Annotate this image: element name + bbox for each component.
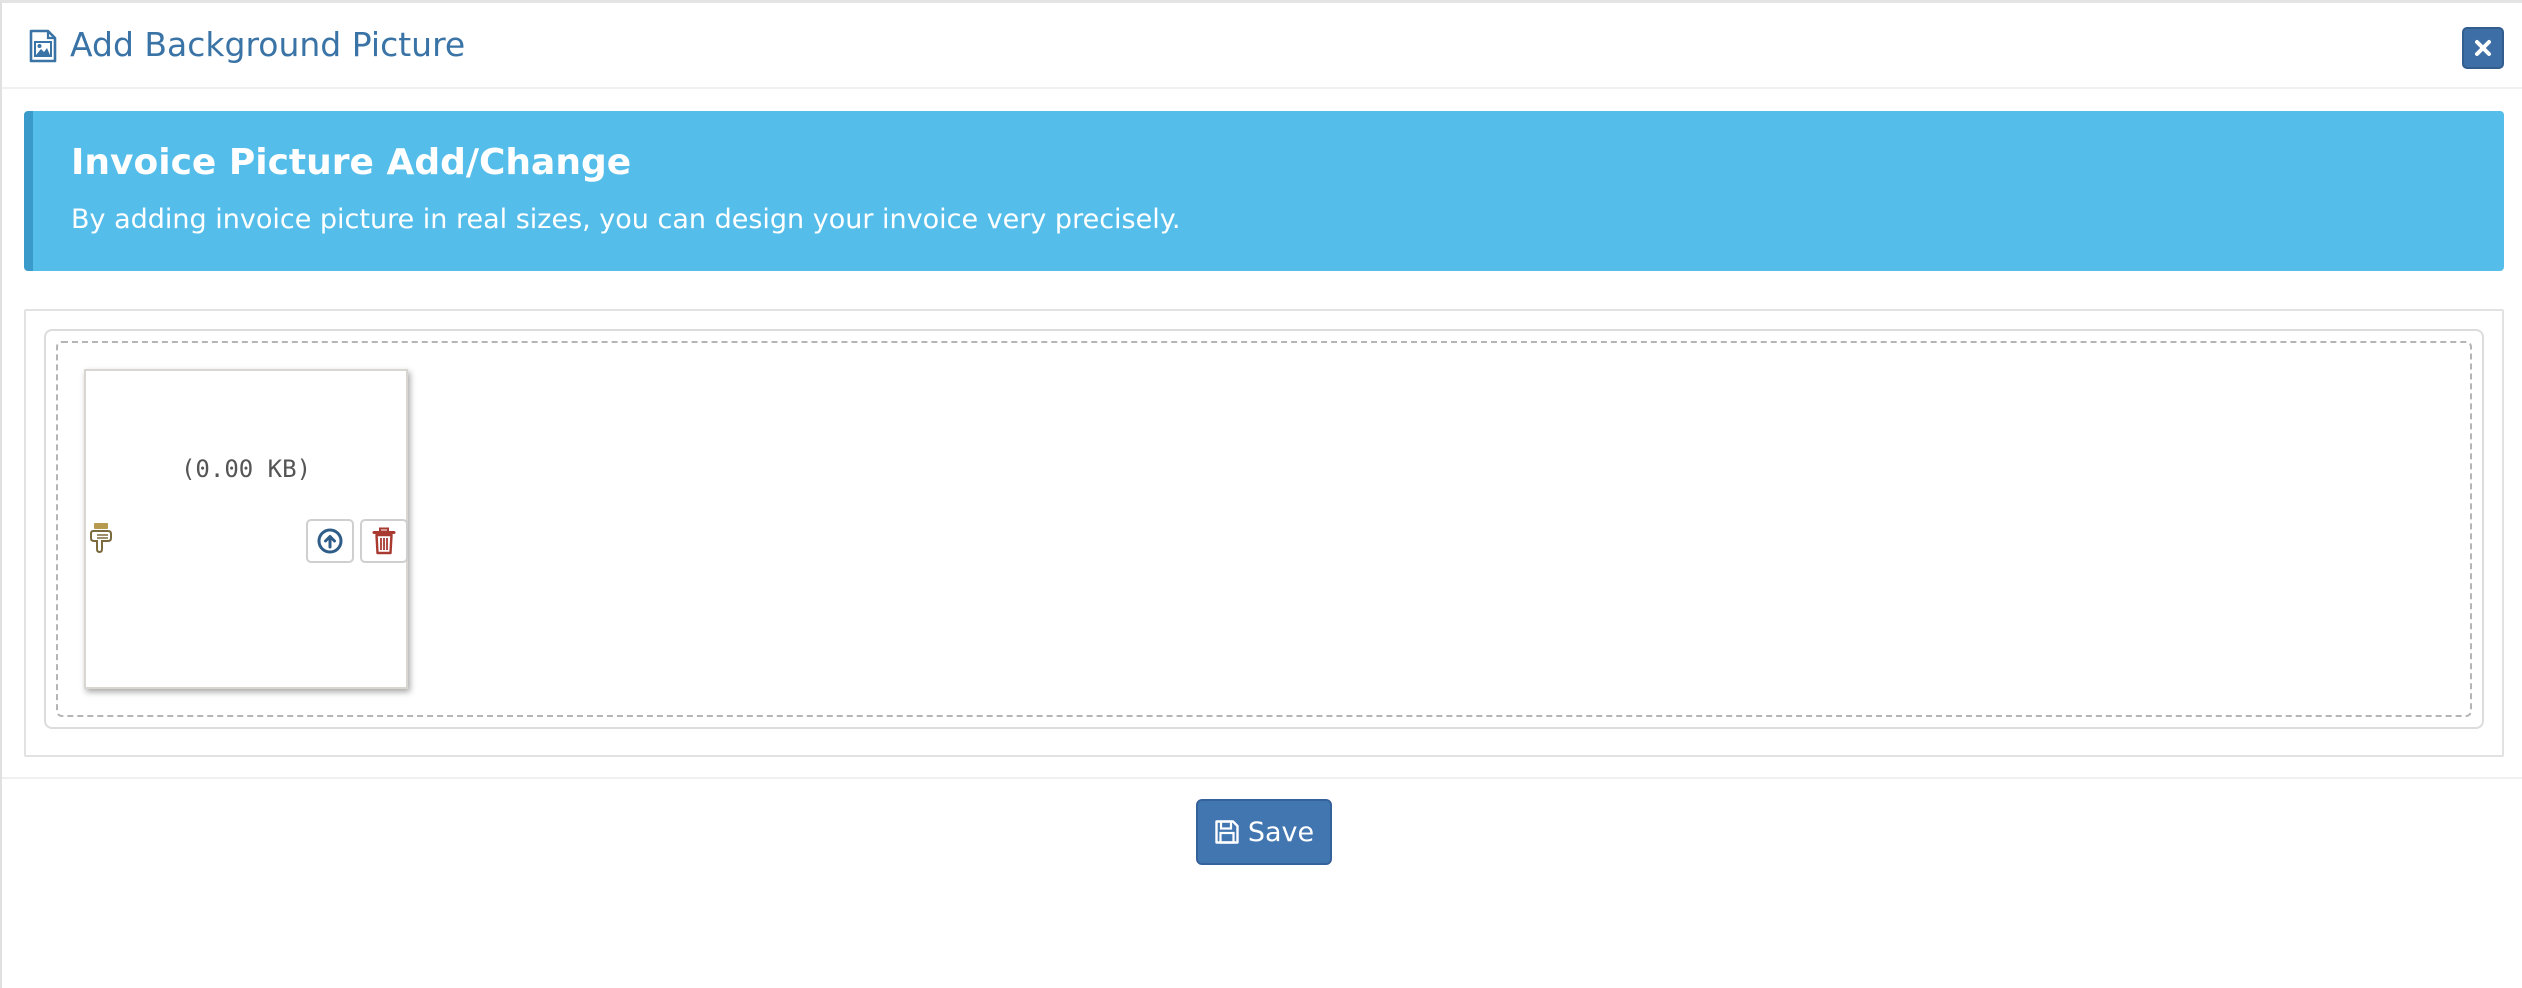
callout-text: By adding invoice picture in real sizes,… <box>71 204 1181 235</box>
info-callout: Invoice Picture Add/Change By adding inv… <box>24 111 2504 271</box>
upload-panel: (0.00 KB) <box>24 309 2504 757</box>
trash-icon <box>372 527 396 555</box>
image-file-icon <box>29 29 57 63</box>
arrow-circle-up-icon <box>317 528 343 554</box>
footer-divider <box>2 777 2522 779</box>
upload-button[interactable] <box>306 519 354 563</box>
save-button[interactable]: Save <box>1196 799 1332 865</box>
save-button-label: Save <box>1247 816 1315 848</box>
callout-title: Invoice Picture Add/Change <box>71 142 632 183</box>
delete-button[interactable] <box>360 519 408 563</box>
floppy-disk-icon <box>1215 820 1239 844</box>
modal-title: Add Background Picture <box>70 25 466 64</box>
close-button[interactable] <box>2462 27 2504 69</box>
modal-header: Add Background Picture <box>2 3 2522 89</box>
close-icon <box>2475 40 2491 56</box>
file-dropzone[interactable]: (0.00 KB) <box>56 341 2472 717</box>
add-background-picture-modal: Add Background Picture Invoice Picture A… <box>0 0 2522 988</box>
upload-container: (0.00 KB) <box>44 329 2484 729</box>
file-size-label: (0.00 KB) <box>180 455 312 483</box>
hand-point-down-icon[interactable] <box>88 521 114 555</box>
file-preview-card: (0.00 KB) <box>84 369 408 689</box>
